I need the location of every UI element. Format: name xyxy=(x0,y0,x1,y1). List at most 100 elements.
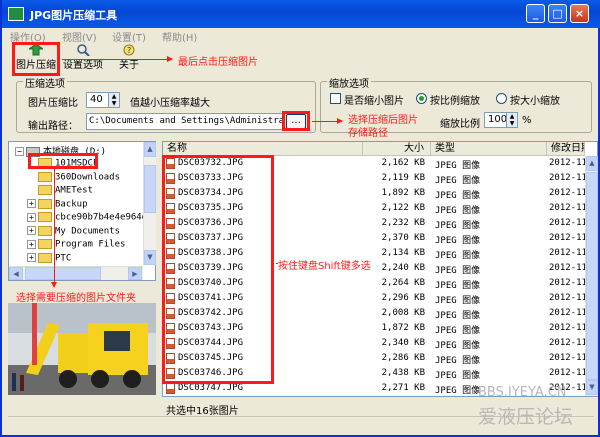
file-type: JPEG 图像 xyxy=(435,296,481,306)
ratio-spin-arrows[interactable]: ▲ ▼ xyxy=(108,93,119,107)
file-scroll-thumb[interactable] xyxy=(586,172,598,380)
file-type: JPEG 图像 xyxy=(435,251,481,261)
settings-button[interactable]: 设置选项 xyxy=(62,44,104,72)
maximize-button[interactable]: □ xyxy=(548,4,567,23)
watermark-forum: 爱液压论坛 xyxy=(478,406,574,428)
annotation-choose-path-2: 存储路径 xyxy=(348,128,388,139)
tree-item-label: cbce90b7b4e4e964d xyxy=(55,212,148,223)
highlight-browse-button xyxy=(282,111,310,131)
file-size: 2,264 KB xyxy=(381,278,425,288)
file-size: 2,122 KB xyxy=(381,203,425,213)
tree-scroll-down[interactable]: ▼ xyxy=(144,250,156,265)
jpeg-file-icon xyxy=(166,383,175,394)
image-preview xyxy=(8,303,156,395)
file-date: 2012-11- xyxy=(549,278,585,288)
col-type-header[interactable]: 类型 xyxy=(431,142,547,156)
file-type: JPEG 图像 xyxy=(435,371,481,381)
file-size: 2,232 KB xyxy=(381,218,425,228)
tree-scroll-thumb[interactable] xyxy=(144,165,156,213)
file-scroll-up[interactable]: ▲ xyxy=(586,156,598,171)
tree-hscrollbar[interactable]: ◀ ▶ xyxy=(9,266,143,280)
tree-scroll-left[interactable]: ◀ xyxy=(9,267,23,280)
col-name-header[interactable]: 名称 xyxy=(163,142,363,156)
tree-scroll-up[interactable]: ▲ xyxy=(144,142,156,157)
tree-item[interactable]: + Backup xyxy=(27,198,88,212)
folder-icon xyxy=(38,198,52,209)
tree-vscrollbar[interactable]: ▲ ▼ xyxy=(143,142,156,265)
tree-hscroll-thumb[interactable] xyxy=(25,267,101,280)
folder-icon xyxy=(38,171,52,182)
scale-ratio-stepper[interactable]: 100 ▲ ▼ xyxy=(484,112,518,128)
minimize-button[interactable]: _ xyxy=(526,4,545,23)
window-title: JPG图片压缩工具 xyxy=(30,9,118,22)
scale-ratio-value: 100 xyxy=(488,114,508,125)
ratio-stepper[interactable]: 40 ▲ ▼ xyxy=(86,92,120,108)
tree-item-label: My Documents xyxy=(55,226,121,236)
col-date-header[interactable]: 修改日期 xyxy=(547,142,585,156)
menu-bar: 操作(O) 视图(V) 设置(T) 帮助(H) xyxy=(4,28,598,44)
tree-item[interactable]: + My Documents xyxy=(27,225,121,239)
file-size: 2,271 KB xyxy=(381,383,425,393)
folder-icon xyxy=(38,225,52,236)
collapse-icon[interactable]: − xyxy=(15,147,24,156)
file-date: 2012-11- xyxy=(549,353,585,363)
file-list-vscrollbar[interactable]: ▲ ▼ xyxy=(585,156,598,396)
status-text: 共选中16张图片 xyxy=(166,406,239,417)
tree-item-label: Backup xyxy=(55,199,88,209)
file-date: 2012-11- xyxy=(549,308,585,318)
menu-help[interactable]: 帮助(H) xyxy=(162,29,197,44)
folder-icon xyxy=(38,185,52,195)
ratio-label: 图片压缩比 xyxy=(28,98,78,109)
shrink-checkbox[interactable] xyxy=(330,93,341,104)
file-size: 2,240 KB xyxy=(381,263,425,273)
app-icon xyxy=(8,7,24,21)
scale-ratio-label: 缩放比例 xyxy=(440,119,480,130)
expand-icon[interactable]: + xyxy=(27,212,36,222)
menu-view[interactable]: 视图(V) xyxy=(62,29,97,44)
radio-size[interactable] xyxy=(496,93,507,104)
file-size: 2,162 KB xyxy=(381,158,425,168)
tree-item-label: PTC xyxy=(55,253,72,263)
title-bar[interactable]: JPG图片压缩工具 _ □ × xyxy=(2,0,600,28)
tree-item[interactable]: + PTC xyxy=(27,252,72,266)
scale-spin-arrows[interactable]: ▲ ▼ xyxy=(506,113,517,127)
file-type: JPEG 图像 xyxy=(435,176,481,186)
file-type: JPEG 图像 xyxy=(435,161,481,171)
file-type: JPEG 图像 xyxy=(435,191,481,201)
scale-unit: % xyxy=(522,115,532,126)
file-type: JPEG 图像 xyxy=(435,266,481,276)
close-button[interactable]: × xyxy=(570,4,589,23)
output-path-input[interactable]: C:\Documents and Settings\Administrator xyxy=(86,113,284,130)
tree-item[interactable]: 360Downloads xyxy=(27,171,120,185)
col-size-header[interactable]: 大小 xyxy=(363,142,431,156)
expand-icon[interactable]: + xyxy=(27,253,36,262)
about-icon: ? xyxy=(123,44,135,56)
file-date: 2012-11- xyxy=(549,188,585,198)
expand-icon[interactable]: + xyxy=(27,226,36,235)
expand-icon[interactable]: + xyxy=(27,199,36,208)
file-size: 1,892 KB xyxy=(381,188,425,198)
annotation-choose-folder: 选择需要压缩的图片文件夹 xyxy=(16,293,136,304)
radio-proportional[interactable] xyxy=(416,93,427,104)
highlight-compress-button xyxy=(12,42,60,76)
file-type: JPEG 图像 xyxy=(435,356,481,366)
file-size: 2,438 KB xyxy=(381,368,425,378)
file-size: 2,296 KB xyxy=(381,293,425,303)
ratio-value: 40 xyxy=(90,94,103,105)
about-button[interactable]: ? 关于 xyxy=(114,44,144,72)
annotation-click-compress: 最后点击压缩图片 xyxy=(178,57,258,68)
file-size: 2,370 KB xyxy=(381,233,425,243)
file-name: DSC03747.JPG xyxy=(178,383,244,393)
tree-item[interactable]: + cbce90b7b4e4e964d xyxy=(27,212,147,225)
arrow-to-compress xyxy=(62,56,173,62)
expand-icon[interactable]: + xyxy=(27,239,36,249)
about-label: 关于 xyxy=(119,60,139,71)
menu-settings[interactable]: 设置(T) xyxy=(112,29,146,44)
tree-item[interactable]: AMETest xyxy=(27,185,93,198)
file-type: JPEG 图像 xyxy=(435,221,481,231)
file-scroll-down[interactable]: ▼ xyxy=(586,380,598,395)
file-date: 2012-11- xyxy=(549,248,585,258)
tree-item[interactable]: + Program Files xyxy=(27,239,125,252)
file-date: 2012-11- xyxy=(549,233,585,243)
tree-scroll-right[interactable]: ▶ xyxy=(128,267,142,280)
